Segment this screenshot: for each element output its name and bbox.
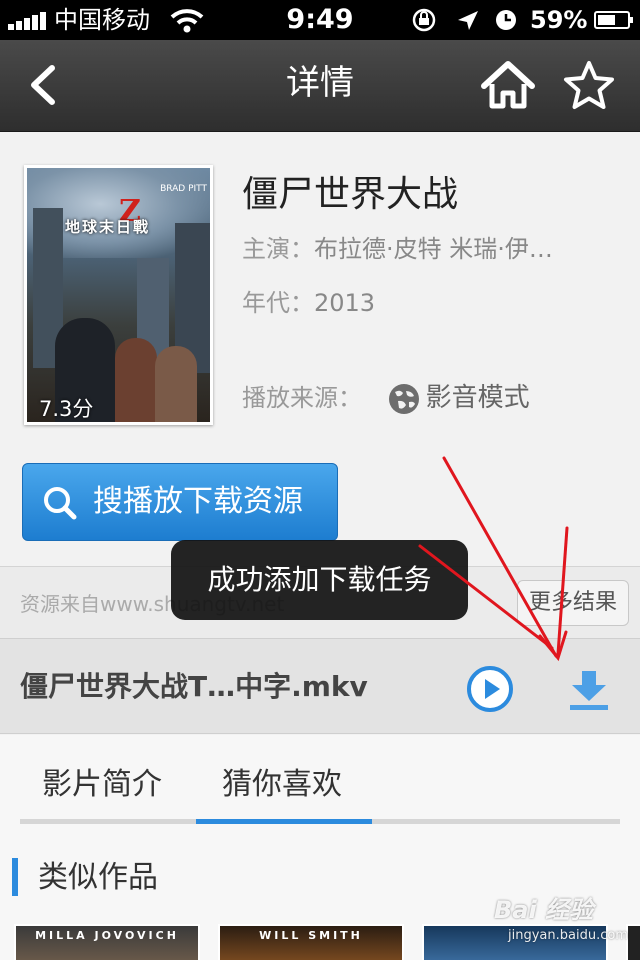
year-value: 2013 — [314, 289, 376, 317]
status-icons — [412, 8, 516, 32]
globe-icon — [388, 384, 419, 414]
search-button-label: 搜播放下载资源 — [93, 484, 303, 519]
movie-poster[interactable]: BRAD PITT Z 地球末日戰 7.3分 — [24, 165, 213, 425]
active-tab-indicator — [196, 819, 372, 824]
watermark-url: jingyan.baidu.com — [508, 928, 628, 943]
similar-movie-thumbnail[interactable]: MILLA JOVOVICH — [14, 924, 200, 960]
watermark-logo: Bai 经验 — [494, 896, 594, 924]
similar-works-heading: 类似作品 — [38, 860, 158, 895]
movie-cast: 主演：布拉德·皮特 米瑞·伊… — [242, 232, 612, 266]
file-name: 僵尸世界大战T…中字.mkv — [20, 670, 368, 703]
cast-label: 主演： — [242, 235, 314, 263]
cast-value: 布拉德·皮特 米瑞·伊… — [314, 235, 553, 263]
battery-percent: 59% — [530, 6, 588, 34]
movie-title: 僵尸世界大战 — [242, 174, 459, 215]
resource-file-row[interactable]: 僵尸世界大战T…中字.mkv — [0, 638, 640, 734]
page-title: 详情 — [286, 63, 354, 103]
status-bar: 中国移动 9:49 59% — [0, 0, 640, 40]
play-source: 播放来源： 影音模式 — [242, 381, 530, 415]
more-results-button[interactable]: 更多结果 — [517, 580, 629, 626]
location-icon — [458, 11, 478, 30]
source-label: 播放来源： — [242, 384, 362, 412]
search-resources-button[interactable]: 搜播放下载资源 — [22, 463, 338, 541]
nav-bar: 详情 — [0, 40, 640, 132]
movie-rating: 7.3分 — [39, 397, 94, 421]
alarm-icon — [496, 10, 516, 30]
baidu-jingyan-watermark: Bai 经验 jingyan.baidu.com — [494, 890, 640, 960]
tab-synopsis[interactable]: 影片简介 — [42, 765, 162, 805]
home-icon[interactable] — [478, 58, 538, 112]
download-icon[interactable] — [568, 669, 610, 711]
search-icon — [44, 487, 77, 520]
favorite-star-icon[interactable] — [560, 58, 618, 112]
movie-year: 年代：2013 — [242, 286, 375, 320]
detail-tabs: 影片简介 猜你喜欢 — [0, 735, 640, 830]
section-accent-bar — [12, 858, 18, 896]
play-icon[interactable] — [466, 665, 514, 713]
tab-recommendations[interactable]: 猜你喜欢 — [222, 765, 342, 805]
download-added-toast: 成功添加下载任务 — [171, 540, 468, 620]
rotation-lock-icon — [412, 8, 436, 32]
year-label: 年代： — [242, 289, 314, 317]
poster-title: 地球末日戰 — [65, 218, 151, 236]
similar-movie-thumbnail[interactable]: WILL SMITH — [218, 924, 404, 960]
source-value[interactable]: 影音模式 — [426, 383, 530, 413]
poster-credit: BRAD PITT — [160, 184, 207, 194]
battery-icon — [594, 11, 633, 29]
